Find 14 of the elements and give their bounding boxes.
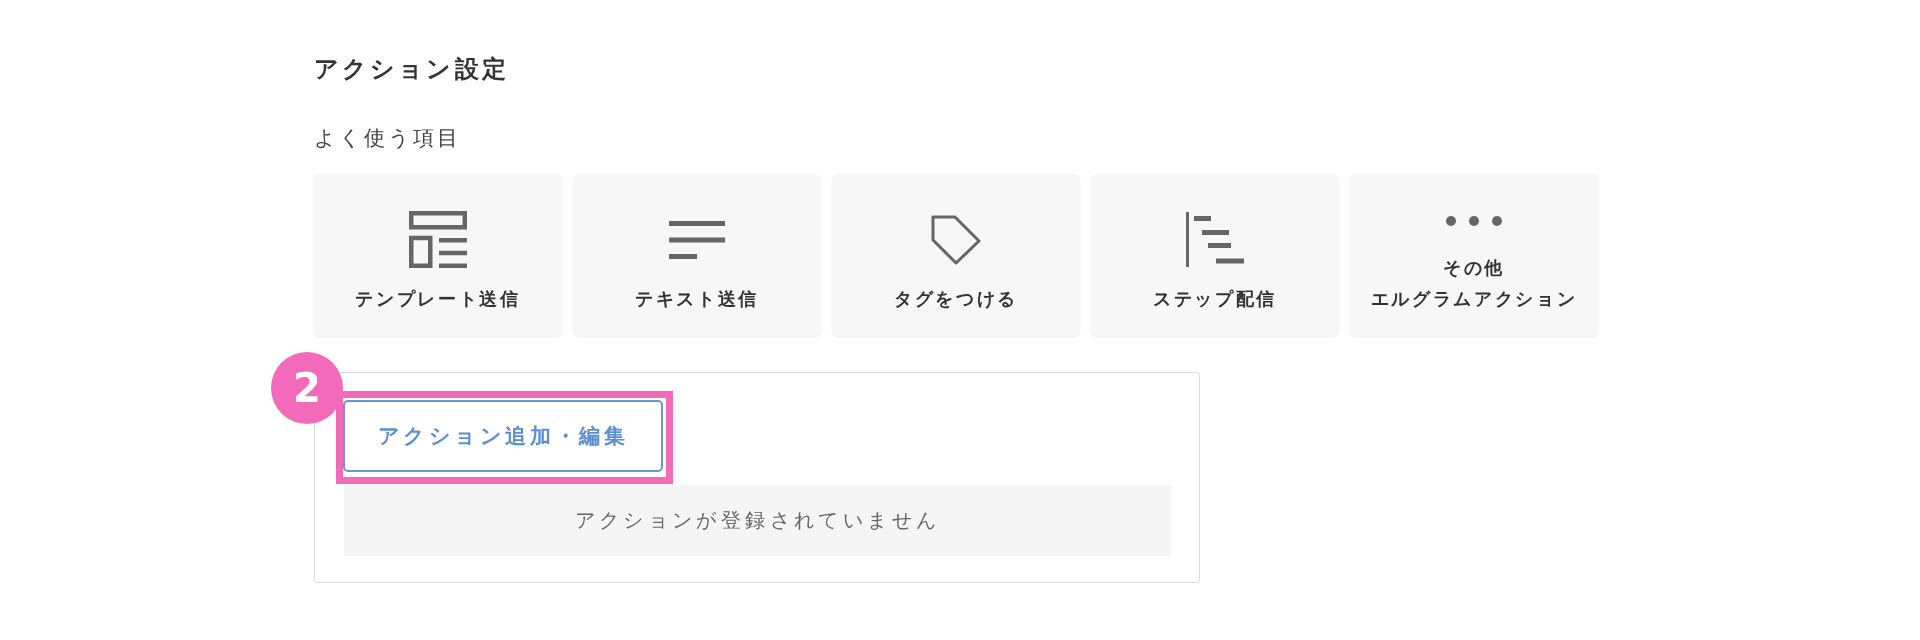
text-lines-icon: [669, 220, 725, 259]
step-bars-icon: [1186, 212, 1244, 267]
section-title: アクション設定: [314, 54, 509, 85]
step-badge: 2: [271, 352, 343, 424]
layout-icon: [409, 211, 467, 268]
action-tile[interactable]: タグをつける: [832, 174, 1080, 336]
section-subtitle: よく使う項目: [314, 125, 461, 152]
action-tile[interactable]: テンプレート送信: [314, 174, 562, 336]
ellipsis-icon: [1446, 216, 1502, 226]
tag-icon: [931, 214, 981, 265]
action-tile[interactable]: ステップ配信: [1091, 174, 1339, 336]
empty-notice: アクションが登録されていません: [344, 485, 1171, 556]
action-tile[interactable]: その他 エルグラムアクション: [1350, 174, 1598, 336]
action-tile[interactable]: テキスト送信: [573, 174, 821, 336]
